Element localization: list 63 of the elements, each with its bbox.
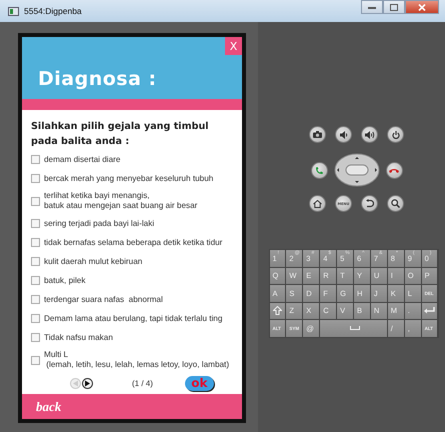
phone-icon	[314, 166, 324, 174]
ok-button[interactable]: ok	[184, 376, 214, 391]
symptom-label[interactable]: terdengar suara nafas abnormal	[44, 294, 163, 304]
close-icon	[418, 4, 426, 10]
search-button[interactable]	[387, 195, 404, 212]
checkbox[interactable]	[31, 238, 40, 247]
home-icon	[313, 200, 322, 208]
camera-button[interactable]	[309, 126, 326, 143]
window-title: 5554:Digpenba	[24, 6, 82, 16]
speaker-icon	[364, 130, 374, 138]
symptom-label[interactable]: Multi L (lemah, letih, lesu, lelah, lemas letoy, loyo, lambat)	[44, 350, 230, 370]
checkbox[interactable]	[31, 155, 40, 164]
symptom-label[interactable]: kulit daerah mulut kebiruan	[44, 256, 142, 266]
enter-arrow-icon	[424, 307, 436, 314]
checkbox[interactable]	[31, 333, 40, 342]
enter-key[interactable]	[422, 302, 438, 319]
minimize-button[interactable]	[361, 0, 383, 14]
checkbox[interactable]	[31, 276, 40, 285]
checkbox[interactable]	[31, 174, 40, 183]
shift-key[interactable]	[270, 302, 286, 319]
shift-arrow-icon	[272, 306, 282, 316]
power-button[interactable]	[387, 126, 404, 143]
symptom-label[interactable]: Demam lama atau berulang, tapi tidak terlalu ting	[44, 314, 222, 324]
checkbox[interactable]	[31, 314, 40, 323]
app-icon	[8, 6, 19, 16]
back-button[interactable]	[361, 195, 378, 212]
symptom-label[interactable]: Tidak nafsu makan	[44, 332, 113, 342]
left-arrow-icon	[72, 380, 79, 387]
checkbox[interactable]	[31, 196, 40, 206]
camera-icon	[313, 131, 322, 138]
dpad-button[interactable]	[334, 153, 380, 187]
prompt-text: Silahkan pilih gejala yang timbul pada balita anda :	[31, 120, 210, 149]
search-icon	[391, 199, 400, 208]
space-bar-icon	[350, 326, 360, 330]
maximize-button[interactable]	[383, 0, 405, 14]
maximize-icon	[390, 4, 398, 10]
next-button[interactable]	[82, 378, 93, 389]
symptom-label[interactable]: batuk, pilek	[44, 276, 86, 286]
checkbox[interactable]	[31, 257, 40, 266]
close-button[interactable]	[405, 0, 439, 14]
power-icon	[392, 130, 400, 138]
home-button[interactable]	[309, 195, 326, 212]
checkbox[interactable]	[31, 295, 40, 304]
checkbox[interactable]	[31, 356, 40, 364]
volume-down-button[interactable]	[335, 126, 352, 143]
page-indicator: (1 / 4)	[132, 379, 153, 388]
symptom-label[interactable]: terlihat ketika bayi menangis, batuk atau mengejan saat buang air besar	[44, 191, 198, 211]
symptom-label[interactable]: demam disertai diare	[44, 154, 120, 164]
right-arrow-icon	[84, 380, 91, 387]
speaker-icon	[340, 130, 348, 138]
back-link[interactable]: back	[36, 398, 62, 414]
minimize-icon	[368, 6, 376, 8]
volume-up-button[interactable]	[361, 126, 378, 143]
back-arrow-icon	[365, 199, 374, 208]
checkbox[interactable]	[31, 219, 40, 228]
screen-title: Diagnosa :	[38, 68, 157, 90]
symptom-label[interactable]: bercak merah yang menyebar keseluruh tubuh	[44, 174, 214, 184]
close-app-button[interactable]: X	[225, 37, 242, 55]
phone-icon	[389, 168, 399, 172]
symptom-label[interactable]: tidak bernafas selama beberapa detik ketika tidur	[44, 238, 222, 248]
symptom-label[interactable]: sering terjadi pada bayi lai-laki	[44, 218, 154, 228]
end-call-button[interactable]	[386, 162, 402, 178]
call-button[interactable]	[310, 162, 328, 178]
